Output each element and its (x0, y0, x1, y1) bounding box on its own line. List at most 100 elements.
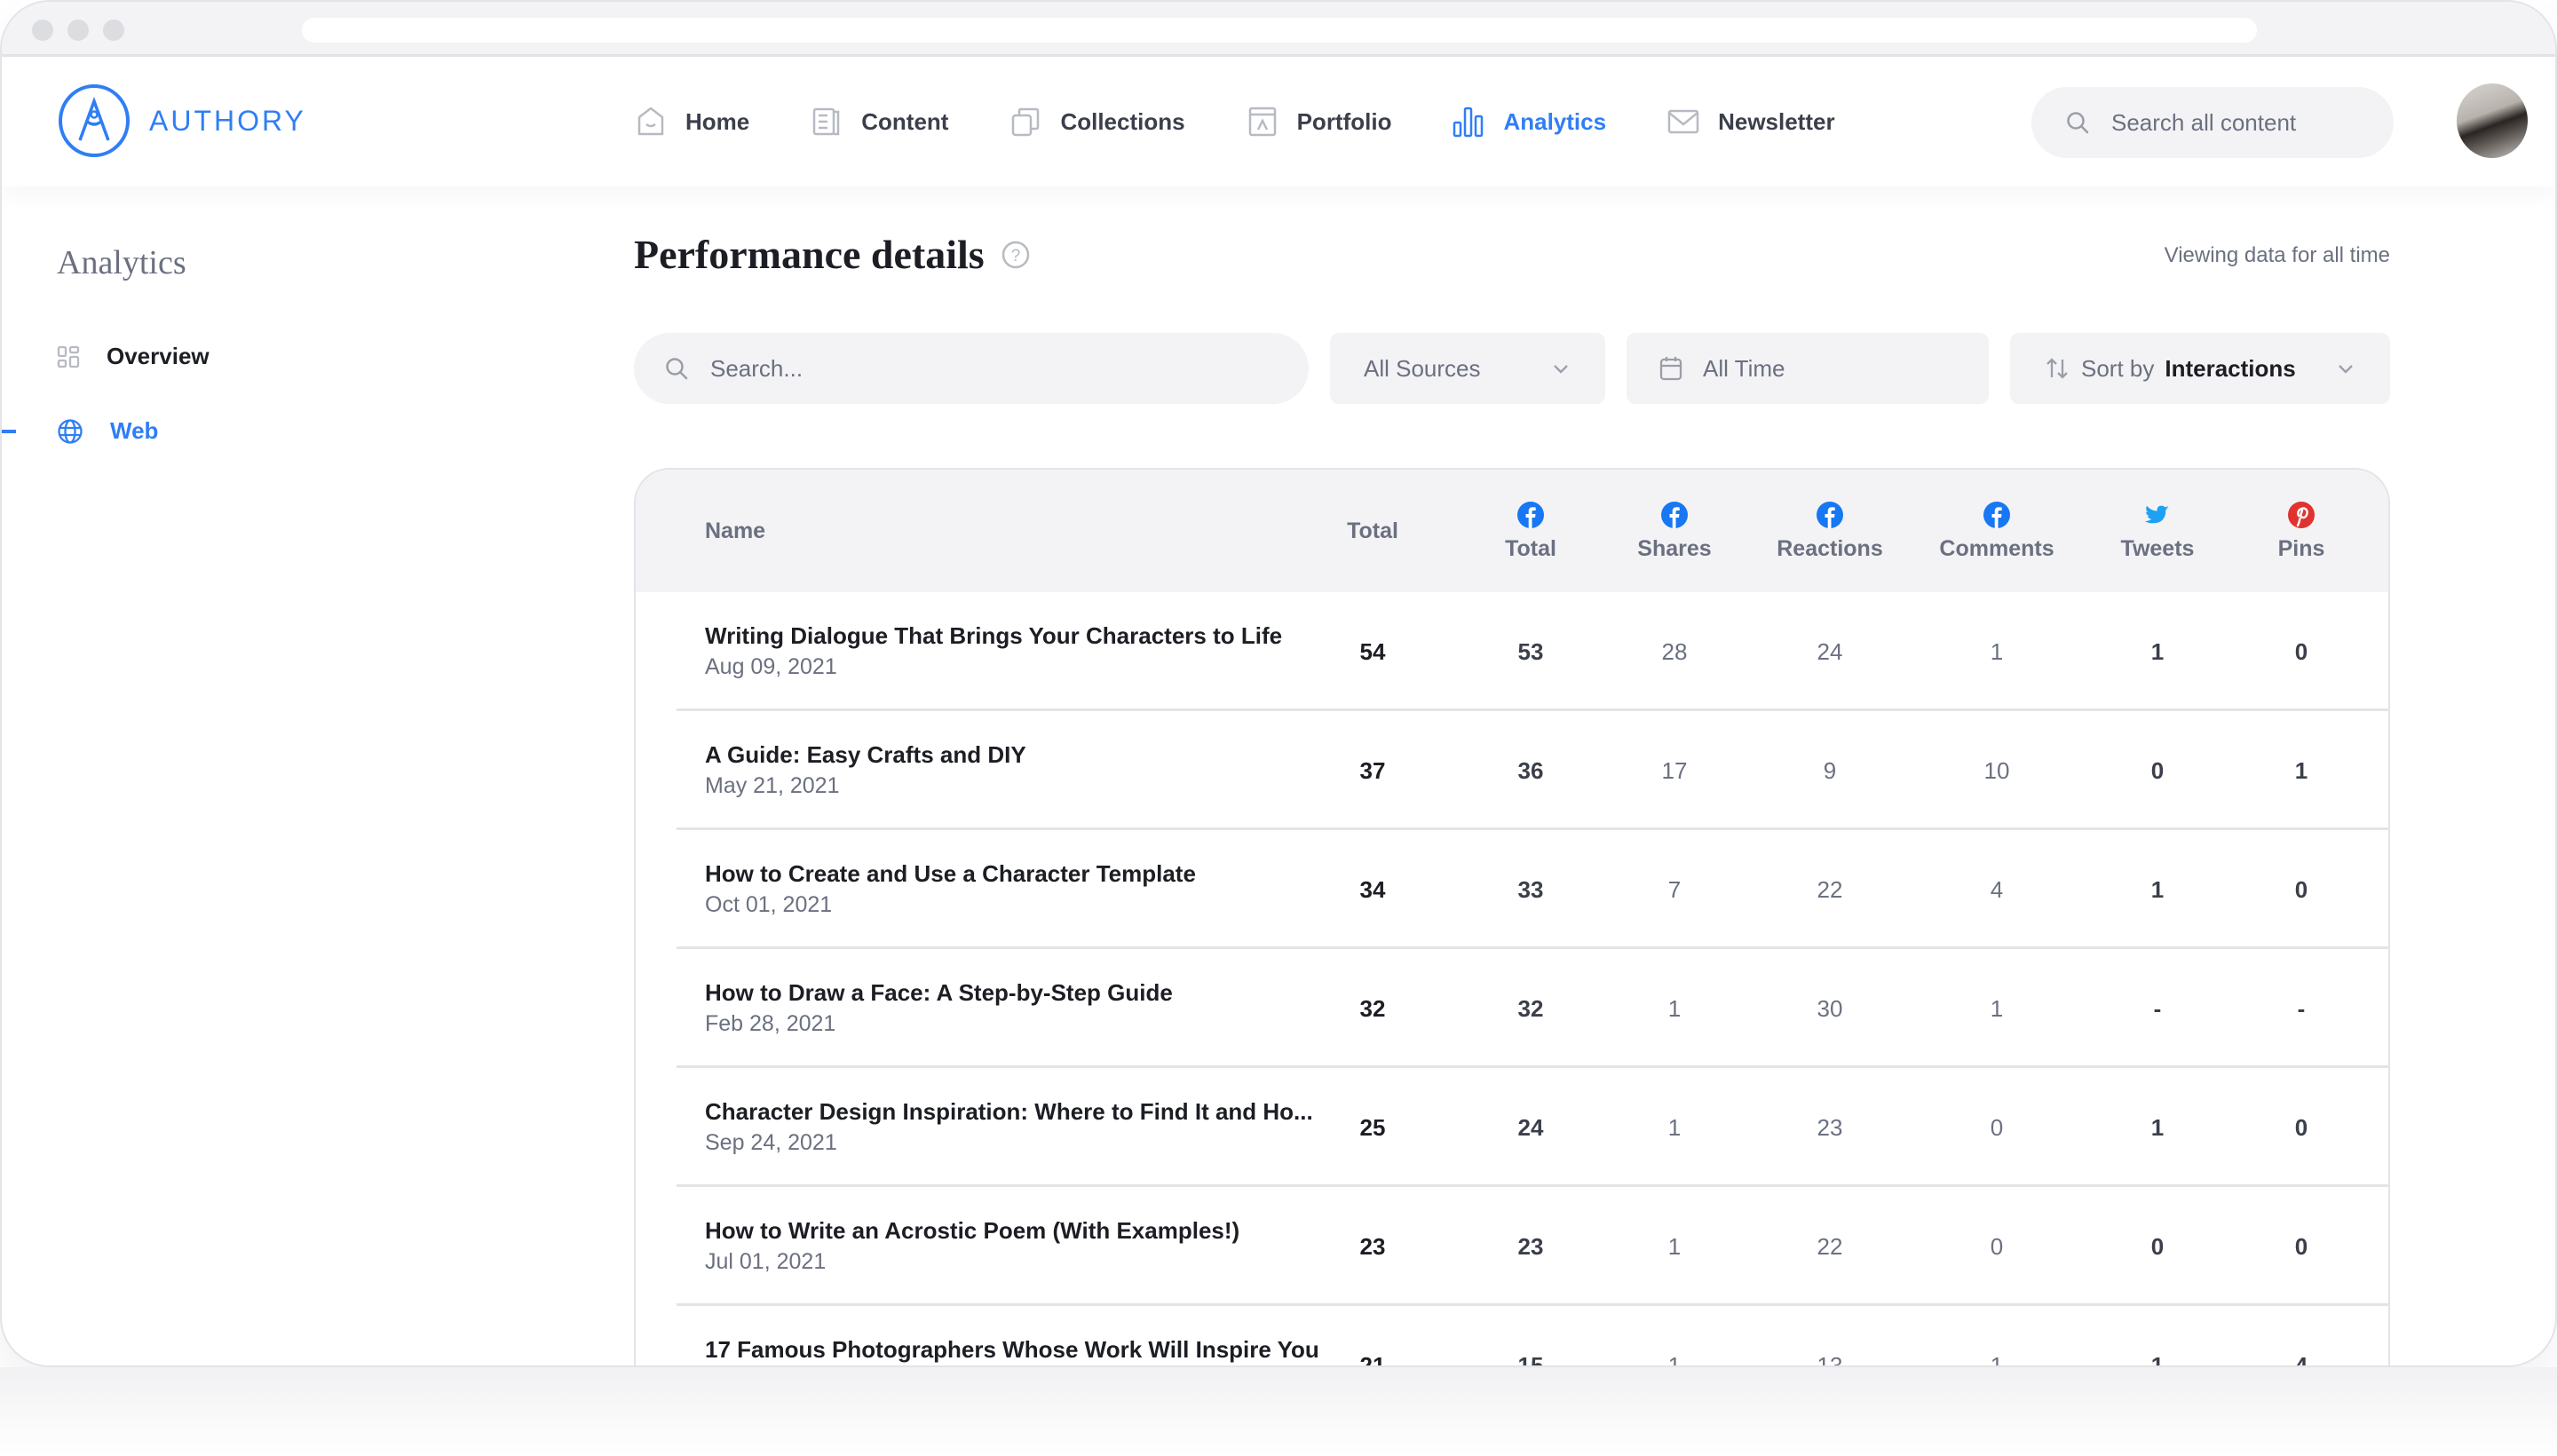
cell-comments: 1 (1990, 1351, 2004, 1367)
sidebar-item-web[interactable]: Web (57, 417, 158, 445)
sort-value: Interactions (2165, 354, 2296, 382)
cell-total: 34 (1359, 875, 1386, 903)
column-label: Tweets (2120, 535, 2195, 561)
cell-pins: 4 (2294, 1351, 2308, 1367)
main-nav: Home Content Collections Portfolio Analy… (634, 57, 1896, 186)
nav-analytics[interactable]: Analytics (1452, 105, 1606, 138)
nav-portfolio[interactable]: Portfolio (1246, 105, 1392, 138)
column-header-reactions[interactable]: Reactions (1759, 470, 1901, 592)
nav-home-label: Home (685, 107, 750, 135)
search-icon (666, 358, 688, 380)
facebook-icon (1661, 501, 1688, 528)
column-header-name[interactable]: Name (705, 470, 765, 592)
sidebar-item-overview[interactable]: Overview (57, 343, 210, 370)
logo[interactable]: AUTHORY (57, 83, 306, 158)
column-header-total[interactable]: Total (1319, 470, 1426, 592)
cell-shares: 17 (1661, 756, 1688, 784)
facebook-icon (1817, 501, 1843, 528)
nav-collections-label: Collections (1060, 107, 1185, 135)
nav-collections[interactable]: Collections (1009, 105, 1185, 138)
article-title[interactable]: Writing Dialogue That Brings Your Charac… (705, 622, 1282, 650)
article-title[interactable]: How to Write an Acrostic Poem (With Exam… (705, 1217, 1239, 1245)
cell-fb-total: 33 (1517, 875, 1544, 903)
column-header-comments[interactable]: Comments (1917, 470, 2077, 592)
article-date: Oct 01, 2021 (705, 892, 833, 917)
article-title[interactable]: A Guide: Easy Crafts and DIY (705, 741, 1026, 769)
filter-bar: Search... All Sources All Time Sort by I… (634, 333, 2390, 404)
facebook-icon (1517, 501, 1544, 528)
table-row[interactable]: How to Draw a Face: A Step-by-Step Guide… (677, 949, 2388, 1068)
column-header-tweets[interactable]: Tweets (2095, 470, 2220, 592)
cell-pins: 0 (2294, 1232, 2308, 1260)
table-row[interactable]: 17 Famous Photographers Whose Work Will … (677, 1306, 2388, 1367)
help-icon[interactable]: ? (1001, 240, 1031, 270)
global-search-input[interactable]: Search all content (2031, 87, 2394, 158)
cell-total: 37 (1359, 756, 1386, 784)
cell-pins: - (2297, 994, 2306, 1022)
nav-content[interactable]: Content (810, 105, 948, 138)
cell-pins: 1 (2294, 756, 2308, 784)
sources-dropdown[interactable]: All Sources (1330, 333, 1605, 404)
twitter-icon (2144, 505, 2169, 523)
article-date: Feb 28, 2021 (705, 1011, 836, 1036)
table-header: Name Total Total Shares Reactions Commen… (636, 470, 2388, 592)
calendar-icon (1659, 357, 1682, 381)
window-close-dot[interactable] (32, 20, 53, 41)
column-header-pins[interactable]: Pins (2257, 470, 2346, 592)
top-header: AUTHORY Home Content Collections Portfol… (2, 57, 2555, 186)
user-avatar[interactable] (2457, 83, 2528, 158)
browser-window: AUTHORY Home Content Collections Portfol… (0, 0, 2557, 1367)
cell-comments: 1 (1990, 994, 2004, 1022)
table-search-input[interactable]: Search... (634, 333, 1309, 404)
cell-total: 54 (1359, 637, 1386, 665)
window-maximize-dot[interactable] (103, 20, 124, 41)
portfolio-icon (1248, 107, 1276, 137)
cell-tweets: 1 (2150, 1351, 2165, 1367)
cell-comments: 4 (1990, 875, 2004, 903)
cell-fb-total: 36 (1517, 756, 1544, 784)
table-row[interactable]: A Guide: Easy Crafts and DIY May 21, 2021… (677, 711, 2388, 830)
cell-fb-total: 53 (1517, 637, 1544, 665)
globe-icon (58, 418, 83, 444)
column-header-fb-total[interactable]: Total (1468, 470, 1593, 592)
nav-content-label: Content (861, 107, 949, 135)
nav-newsletter[interactable]: Newsletter (1666, 105, 1835, 138)
sidebar-title: Analytics (57, 244, 186, 281)
table-row[interactable]: How to Create and Use a Character Templa… (677, 830, 2388, 949)
cell-shares: 1 (1667, 994, 1682, 1022)
sort-dropdown[interactable]: Sort by Interactions (2010, 333, 2390, 404)
cell-total: 21 (1359, 1351, 1386, 1367)
chevron-down-icon (1554, 365, 1568, 374)
cell-fb-total: 24 (1517, 1113, 1544, 1141)
facebook-icon (1983, 501, 2010, 528)
column-label: Reactions (1777, 535, 1883, 561)
cell-reactions: 13 (1817, 1351, 1843, 1367)
content-icon (813, 107, 840, 136)
cell-shares: 1 (1667, 1351, 1682, 1367)
address-bar[interactable] (302, 18, 2257, 43)
svg-text:?: ? (1010, 247, 1020, 265)
nav-analytics-label: Analytics (1503, 107, 1607, 135)
table-row[interactable]: Writing Dialogue That Brings Your Charac… (677, 592, 2388, 711)
sources-value: All Sources (1364, 354, 1481, 382)
cell-reactions: 23 (1817, 1113, 1843, 1141)
nav-home[interactable]: Home (634, 105, 749, 138)
window-minimize-dot[interactable] (67, 20, 89, 41)
home-icon (637, 107, 664, 136)
article-title[interactable]: Character Design Inspiration: Where to F… (705, 1098, 1313, 1126)
cell-shares: 7 (1667, 875, 1682, 903)
column-header-shares[interactable]: Shares (1612, 470, 1737, 592)
cell-fb-total: 23 (1517, 1232, 1544, 1260)
cell-reactions: 9 (1823, 756, 1837, 784)
performance-table: Name Total Total Shares Reactions Commen… (634, 468, 2390, 1367)
nav-portfolio-label: Portfolio (1296, 107, 1392, 135)
table-row[interactable]: How to Write an Acrostic Poem (With Exam… (677, 1187, 2388, 1306)
table-row[interactable]: Character Design Inspiration: Where to F… (677, 1068, 2388, 1187)
date-range-picker[interactable]: All Time (1627, 333, 1989, 404)
pinterest-icon (2288, 501, 2315, 528)
table-search-placeholder: Search... (710, 354, 804, 382)
article-title[interactable]: How to Draw a Face: A Step-by-Step Guide (705, 979, 1173, 1007)
article-title[interactable]: How to Create and Use a Character Templa… (705, 860, 1196, 888)
article-title[interactable]: 17 Famous Photographers Whose Work Will … (705, 1336, 1319, 1364)
article-date: Aug 09, 2021 (705, 654, 837, 679)
